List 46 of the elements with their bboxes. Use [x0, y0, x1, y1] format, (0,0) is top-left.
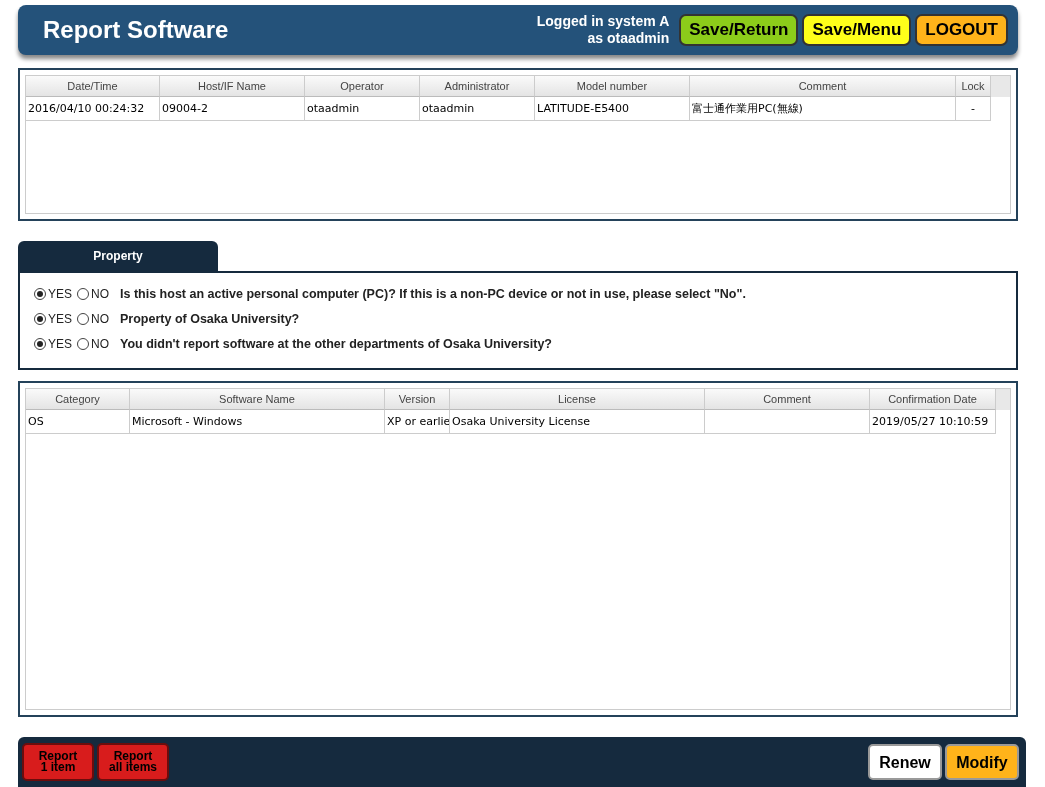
- table-cell: 2016/04/10 00:24:32: [26, 97, 160, 121]
- action-button[interactable]: Renew: [868, 744, 942, 780]
- column-header: Confirmation Date: [870, 389, 996, 410]
- column-header: Administrator: [420, 76, 535, 97]
- table-cell: otaadmin: [305, 97, 420, 121]
- table-cell: otaadmin: [420, 97, 535, 121]
- radio-option[interactable]: NO: [77, 286, 109, 301]
- table-cell: Osaka University License: [450, 410, 705, 434]
- column-header: Comment: [690, 76, 956, 97]
- action-button[interactable]: Modify: [945, 744, 1019, 780]
- column-header: Software Name: [130, 389, 385, 410]
- table-cell: 2019/05/27 10:10:59: [870, 410, 996, 434]
- property-tab[interactable]: Property: [18, 241, 218, 271]
- table-cell: 富士通作業用PC(無線): [690, 97, 956, 121]
- radio-option[interactable]: YES: [34, 336, 72, 351]
- column-header: Lock: [956, 76, 991, 97]
- header-filler: [996, 389, 1010, 410]
- header-button[interactable]: Save/Return: [679, 14, 799, 46]
- column-header: Model number: [535, 76, 690, 97]
- radio-option[interactable]: NO: [77, 336, 109, 351]
- report-button[interactable]: Report 1 item: [22, 743, 94, 781]
- radio-option[interactable]: NO: [77, 311, 109, 326]
- header-filler: [991, 76, 1010, 97]
- login-status: Logged in system A as otaadmin: [536, 13, 670, 47]
- table-cell: -: [956, 97, 991, 121]
- table-cell: Microsoft - Windows: [130, 410, 385, 434]
- column-header: Date/Time: [26, 76, 160, 97]
- column-header: Host/IF Name: [160, 76, 305, 97]
- header-button[interactable]: LOGOUT: [915, 14, 1008, 46]
- header-button[interactable]: Save/Menu: [802, 14, 912, 46]
- column-header: License: [450, 389, 705, 410]
- table-cell: LATITUDE-E5400: [535, 97, 690, 121]
- column-header: Version: [385, 389, 450, 410]
- question-text: Property of Osaka University?: [120, 311, 300, 326]
- column-header: Category: [26, 389, 130, 410]
- table-cell: OS: [26, 410, 130, 434]
- table-cell: XP or earlie: [385, 410, 450, 434]
- question-text: Is this host an active personal computer (PC)? If this is a non-PC device or not in use, please select "No".: [120, 286, 746, 301]
- table-cell: 09004-2: [160, 97, 305, 121]
- report-button[interactable]: Report all items: [97, 743, 169, 781]
- question-text: You didn't report software at the other departments of Osaka University?: [120, 336, 552, 351]
- app-title: Report Software: [43, 16, 230, 44]
- radio-option[interactable]: YES: [34, 311, 72, 326]
- column-header: Comment: [705, 389, 870, 410]
- column-header: Operator: [305, 76, 420, 97]
- radio-option[interactable]: YES: [34, 286, 72, 301]
